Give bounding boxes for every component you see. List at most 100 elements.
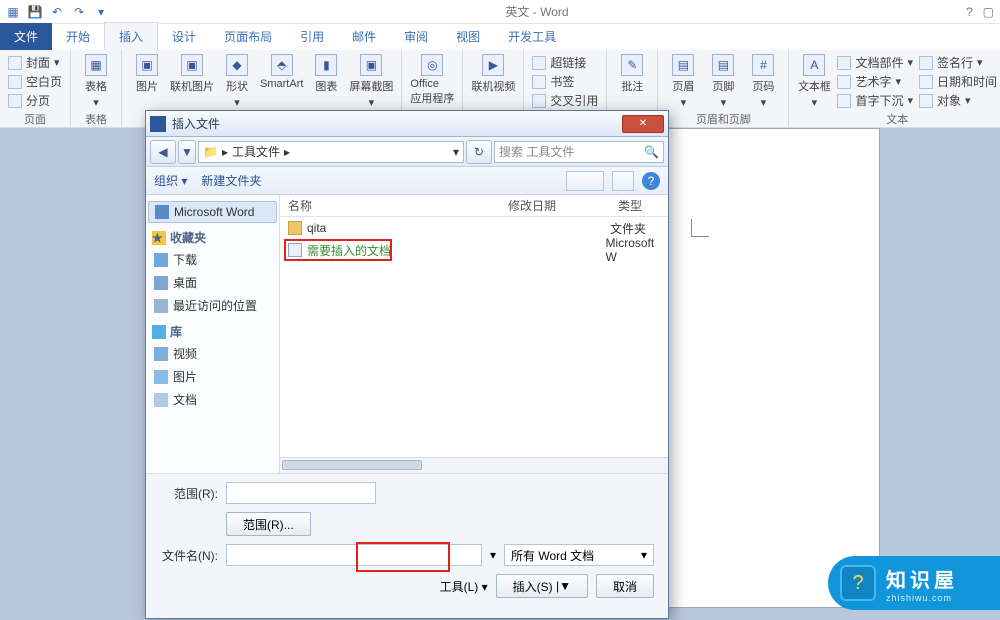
cancel-button[interactable]: 取消	[596, 574, 654, 598]
folder-icon	[288, 221, 302, 235]
word-icon	[155, 205, 169, 219]
chevron-down-icon[interactable]: ▾	[453, 145, 459, 159]
online-picture-button[interactable]: ▣联机图片	[170, 54, 214, 94]
sidebar-item-recent[interactable]: 最近访问的位置	[148, 294, 277, 317]
horizontal-scrollbar[interactable]	[280, 457, 668, 473]
tab-review[interactable]: 审阅	[390, 23, 442, 50]
pagenum-icon: #	[752, 54, 774, 76]
file-row-doc[interactable]: 需要插入的文档 Microsoft W	[280, 239, 668, 261]
comment-icon: ✎	[621, 54, 643, 76]
file-filter-select[interactable]: 所有 Word 文档▾	[504, 544, 654, 566]
hyperlink-button[interactable]: 超链接	[532, 54, 598, 71]
col-type[interactable]: 类型	[610, 197, 650, 214]
tab-insert[interactable]: 插入	[104, 22, 158, 50]
pagenum-button[interactable]: #页码▾	[746, 54, 780, 109]
col-name[interactable]: 名称	[280, 197, 500, 214]
quickparts-icon	[837, 56, 851, 70]
sidebar-head-favorites: ★收藏夹	[152, 229, 277, 246]
sidebar-item-downloads[interactable]: 下载	[148, 248, 277, 271]
apps-icon: ◎	[421, 54, 443, 76]
forward-button[interactable]: ▼	[178, 140, 196, 164]
smartart-button[interactable]: ⬘SmartArt	[260, 54, 303, 90]
help-button[interactable]: ?	[642, 172, 660, 190]
table-button[interactable]: ▦表格▾	[79, 54, 113, 109]
office-apps-button[interactable]: ◎Office 应用程序	[410, 54, 454, 106]
search-icon: 🔍	[644, 145, 659, 159]
dropcap-icon	[837, 94, 851, 108]
chart-button[interactable]: ▮图表	[309, 54, 343, 94]
crossref-button[interactable]: 交叉引用	[532, 92, 598, 109]
range-label: 范围(R):	[160, 485, 218, 502]
sidebar-item-desktop[interactable]: 桌面	[148, 271, 277, 294]
datetime-button[interactable]: 日期和时间	[919, 73, 997, 90]
documents-icon	[154, 393, 168, 407]
chart-icon: ▮	[315, 54, 337, 76]
range-input[interactable]	[226, 482, 376, 504]
breadcrumb[interactable]: 📁▸ 工具文件 ▸ ▾	[198, 141, 464, 163]
dropcap-button[interactable]: 首字下沉 ▾	[837, 92, 913, 109]
header-button[interactable]: ▤页眉▾	[666, 54, 700, 109]
textbox-button[interactable]: A文本框▾	[797, 54, 831, 109]
footer-button[interactable]: ▤页脚▾	[706, 54, 740, 109]
shapes-button[interactable]: ◆形状▾	[220, 54, 254, 109]
file-list-header[interactable]: 名称 修改日期 类型	[280, 195, 668, 217]
dialog-toolbar: 组织 ▾ 新建文件夹 ?	[146, 167, 668, 195]
scroll-thumb[interactable]	[282, 460, 422, 470]
screenshot-button[interactable]: ▣屏幕截图▾	[349, 54, 393, 109]
save-icon[interactable]: 💾	[28, 5, 42, 19]
online-video-button[interactable]: ▶联机视频	[471, 54, 515, 94]
cover-page-button[interactable]: 封面 ▾	[8, 54, 62, 71]
tab-view[interactable]: 视图	[442, 23, 494, 50]
signature-button[interactable]: 签名行 ▾	[919, 54, 997, 71]
organize-button[interactable]: 组织 ▾	[154, 172, 187, 189]
view-button[interactable]	[566, 171, 604, 191]
blank-page-button[interactable]: 空白页	[8, 73, 62, 90]
folder-icon: 📁	[203, 145, 218, 159]
tools-button[interactable]: 工具(L) ▾	[440, 578, 488, 595]
group-headerfooter: ▤页眉▾ ▤页脚▾ #页码▾ 页眉和页脚	[658, 50, 789, 127]
tab-file[interactable]: 文件	[0, 23, 52, 50]
page-break-button[interactable]: 分页	[8, 92, 62, 109]
refresh-button[interactable]: ↻	[466, 140, 492, 164]
nav-pane: Microsoft Word ★收藏夹 下载 桌面 最近访问的位置 库 视频 图…	[146, 195, 280, 473]
group-text: A文本框▾ 文档部件 ▾ 艺术字 ▾ 首字下沉 ▾ 签名行 ▾ 日期和时间 对象…	[789, 50, 1000, 127]
pictures-icon	[154, 370, 168, 384]
tab-home[interactable]: 开始	[52, 23, 104, 50]
filename-input[interactable]	[226, 544, 482, 566]
bookmark-button[interactable]: 书签	[532, 73, 598, 90]
filename-dropdown-icon[interactable]: ▾	[490, 548, 496, 562]
sidebar-item-docs[interactable]: 文档	[148, 388, 277, 411]
preview-button[interactable]	[612, 171, 634, 191]
search-input[interactable]: 搜索 工具文件 🔍	[494, 141, 664, 163]
object-button[interactable]: 对象 ▾	[919, 92, 997, 109]
sidebar-item-videos[interactable]: 视频	[148, 342, 277, 365]
brand-en: zhishiwu.com	[886, 593, 958, 603]
file-list: 名称 修改日期 类型 qita 文件夹 需要插入的文档 Microsoft W	[280, 195, 668, 473]
tab-developer[interactable]: 开发工具	[494, 23, 570, 50]
search-placeholder: 搜索 工具文件	[499, 143, 574, 160]
quickparts-button[interactable]: 文档部件 ▾	[837, 54, 913, 71]
wordart-button[interactable]: 艺术字 ▾	[837, 73, 913, 90]
col-date[interactable]: 修改日期	[500, 197, 610, 214]
undo-icon[interactable]: ↶	[50, 5, 64, 19]
picture-button[interactable]: ▣图片	[130, 54, 164, 94]
ribbon-collapse-icon[interactable]: ▢	[983, 5, 994, 19]
tab-mailings[interactable]: 邮件	[338, 23, 390, 50]
redo-icon[interactable]: ↷	[72, 5, 86, 19]
close-button[interactable]: ✕	[622, 115, 664, 133]
tab-references[interactable]: 引用	[286, 23, 338, 50]
range-button[interactable]: 范围(R)...	[226, 512, 311, 536]
picture-icon: ▣	[136, 54, 158, 76]
back-button[interactable]: ◀	[150, 140, 176, 164]
sidebar-item-pictures[interactable]: 图片	[148, 365, 277, 388]
new-folder-button[interactable]: 新建文件夹	[201, 172, 261, 189]
tab-design[interactable]: 设计	[158, 23, 210, 50]
tab-layout[interactable]: 页面布局	[210, 23, 286, 50]
dialog-titlebar[interactable]: 插入文件 ✕	[146, 111, 668, 137]
comment-button[interactable]: ✎批注	[615, 54, 649, 94]
qat-dropdown-icon[interactable]: ▾	[94, 5, 108, 19]
help-icon[interactable]: ?	[966, 5, 973, 19]
insert-button[interactable]: 插入(S) |▼	[496, 574, 588, 598]
sidebar-item-word[interactable]: Microsoft Word	[148, 201, 277, 223]
dialog-title: 插入文件	[172, 115, 622, 132]
